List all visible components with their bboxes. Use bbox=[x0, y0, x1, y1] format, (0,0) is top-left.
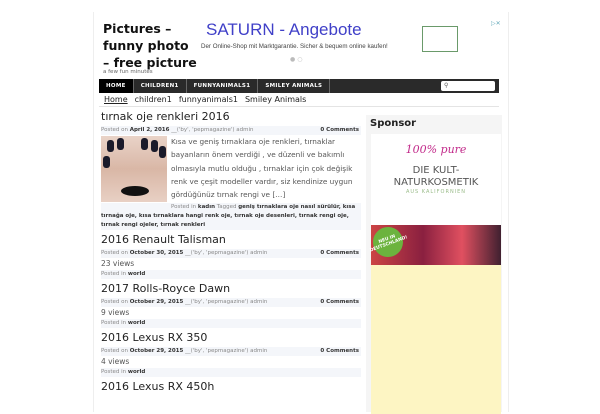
tagged-label: Tagged bbox=[216, 204, 237, 210]
post-title[interactable]: 2016 Renault Talisman bbox=[101, 233, 361, 246]
search-icon: ⚲ bbox=[444, 82, 449, 89]
post-date[interactable]: October 29, 2015 bbox=[130, 348, 184, 354]
main-nav: HOME CHILDREN1 FUNNYANIMALS1 SMILEY ANIM… bbox=[99, 79, 499, 93]
breadcrumb-smiley-animals[interactable]: Smiley Animals bbox=[245, 95, 306, 104]
site-title[interactable]: Pictures – funny photo – free picture bbox=[103, 20, 198, 71]
ad-brand-logo: 100% pure bbox=[405, 143, 467, 156]
post-views: 23 views bbox=[101, 259, 135, 268]
comments-link[interactable]: 0 Comments bbox=[320, 126, 359, 135]
posted-on-label: Posted on bbox=[101, 348, 128, 354]
post-title[interactable]: 2017 Rolls-Royce Dawn bbox=[101, 282, 361, 295]
posted-in-label: Posted in bbox=[101, 271, 127, 277]
ad-headline: DIE KULT-NATURKOSMETIK bbox=[393, 165, 479, 188]
post-date[interactable]: October 30, 2015 bbox=[130, 250, 184, 256]
post-date[interactable]: April 2, 2016 bbox=[130, 127, 170, 133]
post-category[interactable]: world bbox=[128, 320, 145, 326]
ad-carousel-dots[interactable]: ●○ bbox=[290, 56, 304, 63]
search-input[interactable]: ⚲ bbox=[441, 81, 495, 91]
post: tırnak oje renkleri 2016 Posted on April… bbox=[101, 110, 361, 230]
post-category[interactable]: world bbox=[128, 271, 145, 277]
post-thumbnail[interactable] bbox=[101, 136, 167, 202]
sidebar: Sponsor 100% pure DIE KULT-NATURKOSMETIK… bbox=[366, 115, 502, 414]
breadcrumb: Home children1 funnyanimals1 Smiley Anim… bbox=[104, 95, 306, 104]
sponsor-ad[interactable]: 100% pure DIE KULT-NATURKOSMETIK AUS KAL… bbox=[368, 134, 501, 414]
post-author[interactable]: __('by', 'pepmagazine') admin bbox=[185, 250, 267, 256]
header-ad[interactable]: SATURN - Angebote Der Online-Shop mit Ma… bbox=[194, 17, 504, 67]
comments-link[interactable]: 0 Comments bbox=[320, 347, 359, 356]
post: 2016 Lexus RX 350 Posted on October 29, … bbox=[101, 331, 361, 377]
posted-in-label: Posted in bbox=[101, 369, 127, 375]
comments-link[interactable]: 0 Comments bbox=[320, 249, 359, 258]
posted-in-label: Posted in bbox=[171, 204, 197, 210]
ad-headline[interactable]: SATURN - Angebote bbox=[206, 20, 362, 40]
site-tagline: a few fun minutes bbox=[103, 69, 153, 75]
nav-home[interactable]: HOME bbox=[99, 79, 134, 93]
post-category[interactable]: world bbox=[128, 369, 145, 375]
post-meta: Posted on October 29, 2015 __('by', 'pep… bbox=[101, 347, 361, 356]
sidebar-heading: Sponsor bbox=[370, 118, 417, 129]
nav-smiley-animals[interactable]: SMILEY ANIMALS bbox=[258, 79, 331, 93]
post: 2017 Rolls-Royce Dawn Posted on October … bbox=[101, 282, 361, 328]
breadcrumb-funnyanimals1[interactable]: funnyanimals1 bbox=[179, 95, 238, 104]
post-author[interactable]: __('by', 'pepmagazine') admin bbox=[185, 348, 267, 354]
posted-on-label: Posted on bbox=[101, 299, 128, 305]
post-views: 9 views bbox=[101, 308, 130, 317]
post-footer: Posted in world bbox=[101, 319, 361, 328]
post-footer: Posted in kadın Tagged geniş tırnaklara … bbox=[101, 203, 361, 230]
post-footer: Posted in world bbox=[101, 368, 361, 377]
nav-children1[interactable]: CHILDREN1 bbox=[134, 79, 187, 93]
sponsor-ad-image[interactable]: 100% pure DIE KULT-NATURKOSMETIK AUS KAL… bbox=[368, 134, 501, 265]
post-title[interactable]: 2016 Lexus RX 350 bbox=[101, 331, 361, 344]
page-container: Pictures – funny photo – free picture a … bbox=[93, 12, 509, 414]
ad-subline: AUS KALIFORNIEN bbox=[405, 189, 467, 195]
post-title[interactable]: 2016 Lexus RX 450h bbox=[101, 380, 361, 393]
post-footer: Posted in world bbox=[101, 270, 361, 279]
comments-link[interactable]: 0 Comments bbox=[320, 298, 359, 307]
post-meta: Posted on October 30, 2015 __('by', 'pep… bbox=[101, 249, 361, 258]
breadcrumb-home[interactable]: Home bbox=[104, 95, 128, 104]
post-date[interactable]: October 29, 2015 bbox=[130, 299, 184, 305]
post-author[interactable]: __('by', 'pepmagazine') admin bbox=[171, 127, 253, 133]
posted-in-label: Posted in bbox=[101, 320, 127, 326]
post-category[interactable]: kadın bbox=[198, 204, 215, 210]
adchoices-icon[interactable]: ▷✕ bbox=[491, 20, 501, 27]
post-author[interactable]: __('by', 'pepmagazine') admin bbox=[185, 299, 267, 305]
breadcrumb-children1[interactable]: children1 bbox=[135, 95, 172, 104]
post-views: 4 views bbox=[101, 357, 130, 366]
posted-on-label: Posted on bbox=[101, 250, 128, 256]
nav-funnyanimals1[interactable]: FUNNYANIMALS1 bbox=[187, 79, 259, 93]
post: 2016 Lexus RX 450h bbox=[101, 380, 361, 393]
post-list: tırnak oje renkleri 2016 Posted on April… bbox=[101, 110, 361, 396]
posted-on-label: Posted on bbox=[101, 127, 128, 133]
post-meta: Posted on October 29, 2015 __('by', 'pep… bbox=[101, 298, 361, 307]
ad-button[interactable] bbox=[422, 26, 458, 52]
post-title[interactable]: tırnak oje renkleri 2016 bbox=[101, 110, 361, 123]
divider bbox=[99, 106, 499, 107]
ad-text: Der Online-Shop mit Marktgarantie. Siche… bbox=[201, 43, 388, 50]
post-meta: Posted on April 2, 2016 __('by', 'pepmag… bbox=[101, 126, 361, 135]
post: 2016 Renault Talisman Posted on October … bbox=[101, 233, 361, 279]
